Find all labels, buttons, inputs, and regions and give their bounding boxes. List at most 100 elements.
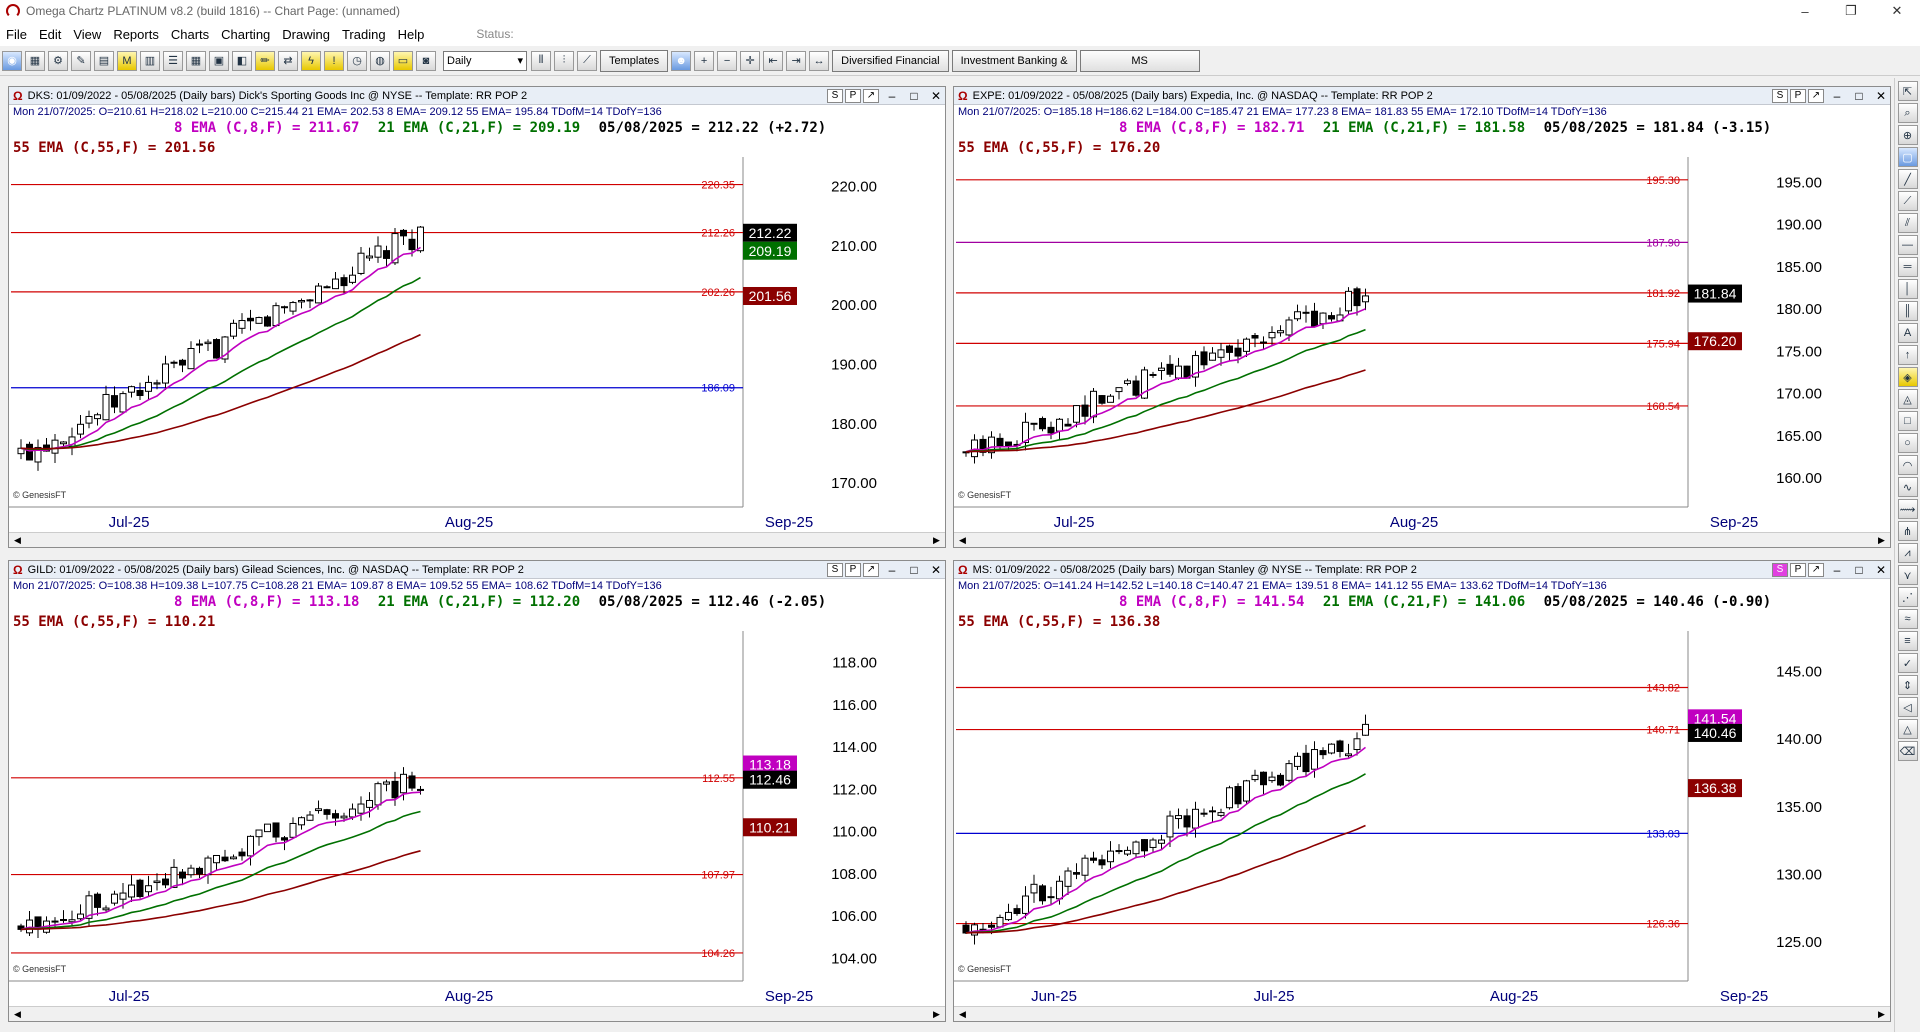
menu-view[interactable]: View — [73, 27, 101, 42]
menu-reports[interactable]: Reports — [113, 27, 159, 42]
hline-icon[interactable]: — — [1897, 235, 1918, 255]
zoom-out-icon[interactable]: − — [717, 50, 738, 71]
horizontal-scrollbar[interactable]: ◀ ▶ — [9, 532, 945, 547]
vline2-icon[interactable]: ║ — [1897, 301, 1918, 321]
camera-icon[interactable]: ◙ — [416, 50, 436, 71]
scroll-left-icon[interactable]: ⇤ — [763, 50, 784, 71]
scanner-icon[interactable]: ◧ — [232, 50, 252, 71]
menu-edit[interactable]: Edit — [39, 27, 61, 42]
regression-icon[interactable]: ⩘ — [1897, 543, 1918, 563]
page-tab-diversified-financial[interactable]: Diversified Financial — [832, 49, 949, 72]
scroll-left-arrow-icon[interactable]: ◀ — [11, 1008, 24, 1020]
candle-body — [255, 829, 263, 838]
chart-window-expe[interactable]: Ω EXPE: 01/09/2022 - 05/08/2025 (Daily b… — [953, 86, 1891, 548]
scroll-right-icon[interactable]: ⇥ — [786, 50, 807, 71]
globe-icon[interactable]: ◉ — [2, 50, 22, 71]
pages-icon[interactable]: ▣ — [209, 50, 229, 71]
zoom-icon[interactable]: ⊕ — [1897, 125, 1918, 145]
alert-icon[interactable]: ! — [324, 50, 344, 71]
cycles-icon[interactable]: ∿ — [1897, 477, 1918, 497]
menu-file[interactable]: File — [6, 27, 27, 42]
pencil-icon[interactable]: ✏ — [255, 50, 275, 71]
chart-window-dks[interactable]: Ω DKS: 01/09/2022 - 05/08/2025 (Daily ba… — [8, 86, 946, 548]
close-button[interactable]: ✕ — [1874, 3, 1920, 19]
magnify-icon[interactable]: ⌕ — [1897, 103, 1918, 123]
arrow-up-icon[interactable]: ↑ — [1897, 345, 1918, 365]
crosshair-icon[interactable]: ✛ — [740, 50, 761, 71]
list-icon[interactable]: ☰ — [163, 50, 183, 71]
folder-icon[interactable]: ▭ — [393, 50, 413, 71]
level-icon[interactable]: ≡ — [1897, 631, 1918, 651]
disk-icon[interactable]: ◍ — [370, 50, 390, 71]
candlestick-icon[interactable]: ⫴ — [531, 50, 551, 71]
fib-icon[interactable]: ◈ — [1897, 367, 1918, 387]
candle-body — [289, 822, 297, 838]
chart-window-ms[interactable]: Ω MS: 01/09/2022 - 05/08/2025 (Daily bar… — [953, 560, 1891, 1022]
line-chart-icon[interactable]: ⟋ — [577, 50, 597, 71]
lightning-icon[interactable]: ϟ — [301, 50, 321, 71]
hline2-icon[interactable]: ═ — [1897, 257, 1918, 277]
ohlc-bar-icon[interactable]: ⫶ — [554, 50, 574, 71]
vline-icon[interactable]: │ — [1897, 279, 1918, 299]
table-icon[interactable]: ▦ — [186, 50, 206, 71]
document-icon[interactable]: ▤ — [94, 50, 114, 71]
mark-icon[interactable]: ✓ — [1897, 653, 1918, 673]
clock-icon[interactable]: ◷ — [347, 50, 367, 71]
candle-body — [230, 322, 237, 337]
eraser-icon[interactable]: ⌫ — [1897, 741, 1918, 761]
minimize-button[interactable]: – — [1782, 4, 1828, 19]
page-tab-ms[interactable]: MS — [1079, 49, 1200, 72]
templates-button[interactable]: Templates — [600, 49, 669, 72]
pitchfork-icon[interactable]: ⋔ — [1897, 521, 1918, 541]
wave-icon[interactable]: ≈ — [1897, 609, 1918, 629]
fit-icon[interactable]: ↔ — [809, 50, 830, 71]
circle-icon[interactable]: ○ — [1897, 433, 1918, 453]
horizontal-scrollbar[interactable]: ◀ ▶ — [954, 1006, 1890, 1021]
speed-icon[interactable]: ⟿ — [1897, 499, 1918, 519]
interval-select[interactable]: Daily ▾ — [443, 50, 527, 71]
trendline-icon[interactable]: ╱ — [1897, 169, 1918, 189]
page-tab-investment-banking[interactable]: Investment Banking & — [951, 49, 1077, 72]
text-icon[interactable]: A — [1897, 323, 1918, 343]
trade-icon[interactable]: ⇄ — [278, 50, 298, 71]
scroll-left-arrow-icon[interactable]: ◀ — [11, 534, 24, 546]
channel-icon[interactable]: ⫽ — [1897, 213, 1918, 233]
horizontal-scrollbar[interactable]: ◀ ▶ — [9, 1006, 945, 1021]
restore-button[interactable]: ❐ — [1828, 3, 1874, 19]
measure-icon[interactable]: ⇕ — [1897, 675, 1918, 695]
scroll-right-arrow-icon[interactable]: ▶ — [930, 1008, 943, 1020]
arc-icon[interactable]: ◠ — [1897, 455, 1918, 475]
people-icon[interactable]: ☻ — [671, 50, 692, 71]
horizontal-scrollbar[interactable]: ◀ ▶ — [954, 532, 1890, 547]
settings-icon[interactable]: ⚙ — [48, 50, 68, 71]
andrews-icon[interactable]: ⋎ — [1897, 565, 1918, 585]
menu-help[interactable]: Help — [398, 27, 425, 42]
bar-chart-icon[interactable]: ▥ — [140, 50, 160, 71]
price-chart: 118.00 116.00 114.00 112.00 110.00 108.00 106.… — [9, 631, 877, 1005]
menu-drawing[interactable]: Drawing — [282, 27, 330, 42]
scroll-right-arrow-icon[interactable]: ▶ — [1875, 534, 1888, 546]
square-icon[interactable]: □ — [1897, 411, 1918, 431]
date-axis-label: Sep-25 — [1710, 514, 1758, 531]
screen-icon[interactable]: ▢ — [1897, 147, 1918, 167]
menu-trading[interactable]: Trading — [342, 27, 386, 42]
price-tick-label: 170.00 — [831, 475, 877, 492]
price-tick-label: 175.00 — [1776, 343, 1822, 360]
ray-icon[interactable]: ⟋ — [1897, 191, 1918, 211]
gann-icon[interactable]: ◬ — [1897, 389, 1918, 409]
scroll-right-arrow-icon[interactable]: ▶ — [1875, 1008, 1888, 1020]
tools-icon[interactable]: ✎ — [71, 50, 91, 71]
chart-m-icon[interactable]: M — [117, 50, 137, 71]
pointer-icon[interactable]: ⇱ — [1897, 81, 1918, 101]
scroll-left-arrow-icon[interactable]: ◀ — [956, 1008, 969, 1020]
scroll-right-arrow-icon[interactable]: ▶ — [930, 534, 943, 546]
wedge-icon[interactable]: ◁ — [1897, 697, 1918, 717]
chart-window-gild[interactable]: Ω GILD: 01/09/2022 - 05/08/2025 (Daily b… — [8, 560, 946, 1022]
fan-icon[interactable]: ⋰ — [1897, 587, 1918, 607]
menu-charts[interactable]: Charts — [171, 27, 209, 42]
grid-icon[interactable]: ▦ — [25, 50, 45, 71]
zoom-in-icon[interactable]: + — [694, 50, 715, 71]
triangle-icon[interactable]: △ — [1897, 719, 1918, 739]
menu-charting[interactable]: Charting — [221, 27, 270, 42]
scroll-left-arrow-icon[interactable]: ◀ — [956, 534, 969, 546]
